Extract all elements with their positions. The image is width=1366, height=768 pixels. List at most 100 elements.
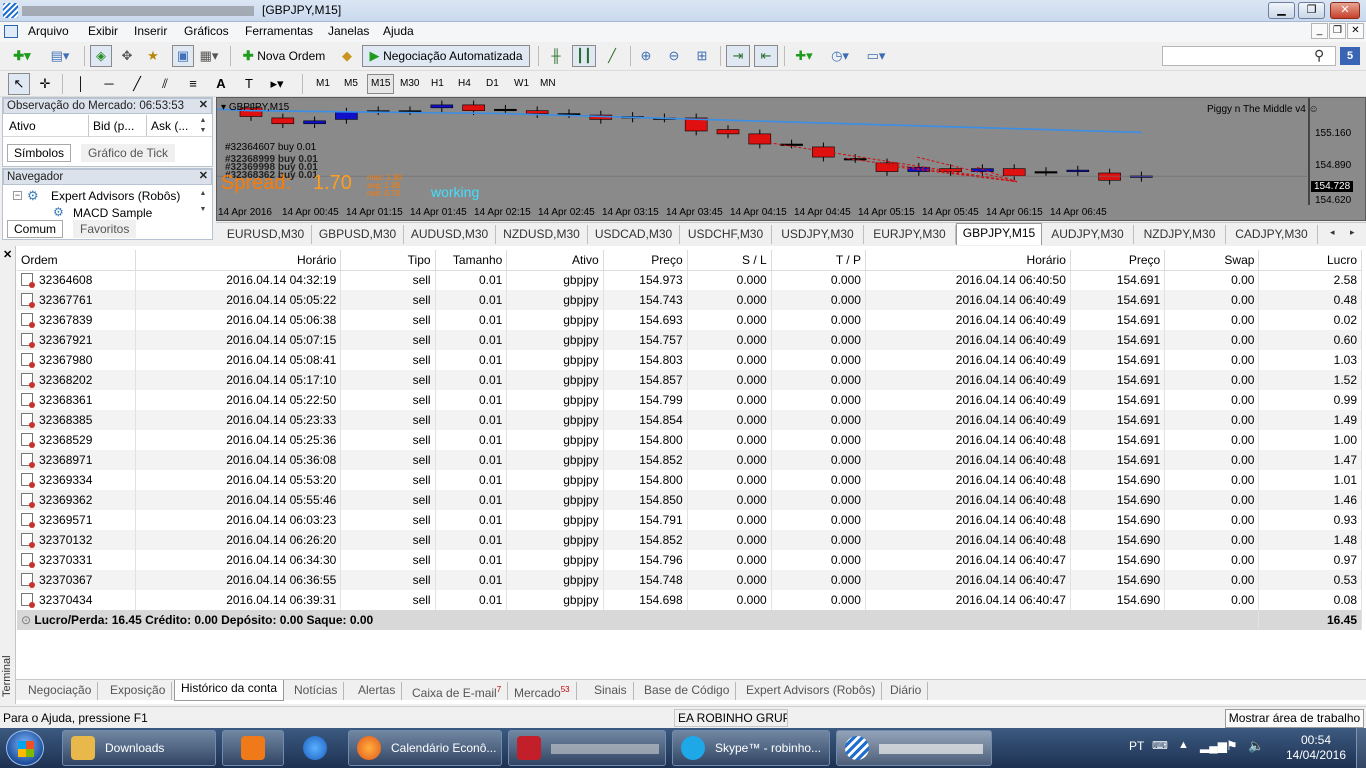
column-header[interactable]: Ordem: [17, 250, 137, 271]
keyboard-icon[interactable]: ⌨: [1152, 739, 1168, 752]
table-row[interactable]: 32370132 2016.04.14 06:26:20 sell 0.01 gbpjp…: [17, 530, 1362, 550]
table-row[interactable]: 32369334 2016.04.14 05:53:20 sell 0.01 gbpjp…: [17, 470, 1362, 490]
table-row[interactable]: 32369362 2016.04.14 05:55:46 sell 0.01 gbpjp…: [17, 490, 1362, 510]
terminal-tab-noticias[interactable]: Notícias: [288, 682, 345, 700]
terminal-tab-alertas[interactable]: Alertas: [352, 682, 403, 700]
scrollbar[interactable]: ▲ ▼: [196, 116, 210, 136]
timeframe-m30[interactable]: M30: [396, 74, 423, 94]
minimize-button[interactable]: ▁: [1268, 2, 1295, 19]
mdi-restore-button[interactable]: ❐: [1329, 23, 1346, 39]
price-chart[interactable]: ▾ GBPJPY,M15 Piggy n The Middle v4 ☺ #32…: [216, 97, 1366, 221]
menu-janelas[interactable]: Janelas: [328, 24, 369, 38]
symbol-tab-nzdusd-m30[interactable]: NZDUSD,M30: [496, 225, 588, 244]
symbol-tab-eurusd-m30[interactable]: EURUSD,M30: [220, 225, 312, 244]
candlestick-icon[interactable]: ┃┃: [572, 45, 596, 67]
terminal-tab-exposicao[interactable]: Exposição: [104, 682, 173, 700]
terminal-tab-diario[interactable]: Diário: [884, 682, 929, 700]
task-downloads[interactable]: Downloads: [62, 730, 216, 766]
zoom-in-icon[interactable]: ⊕: [634, 45, 658, 67]
terminal-icon[interactable]: ▣: [172, 45, 194, 67]
close-button[interactable]: ✕: [1330, 2, 1360, 19]
collapse-icon[interactable]: ⊙: [21, 613, 34, 627]
chart-shift-icon[interactable]: ⇤: [754, 45, 778, 67]
tab-favoritos[interactable]: Favoritos: [73, 220, 137, 238]
symbol-tab-eurjpy-m30[interactable]: EURJPY,M30: [864, 225, 956, 244]
table-row[interactable]: 32369571 2016.04.14 06:03:23 sell 0.01 gbpjp…: [17, 510, 1362, 530]
start-button[interactable]: [6, 730, 44, 766]
mdi-minimize-button[interactable]: _: [1311, 23, 1328, 39]
menu-exibir[interactable]: Exibir: [88, 24, 118, 38]
task-internet-explorer[interactable]: [288, 730, 344, 766]
terminal-tab-expert-advisors-robos-[interactable]: Expert Advisors (Robôs): [740, 682, 883, 700]
nav-item-macd-sample[interactable]: MACD Sample: [73, 206, 152, 220]
column-header[interactable]: Swap: [1164, 250, 1260, 271]
task-skype[interactable]: Skype™ - robinho...: [672, 730, 830, 766]
navigator-icon[interactable]: ★: [142, 45, 164, 67]
close-icon[interactable]: ✕: [3, 248, 12, 261]
table-row[interactable]: 32368529 2016.04.14 05:25:36 sell 0.01 gbpjp…: [17, 430, 1362, 450]
nav-item-expert-advisors[interactable]: Expert Advisors (Robôs): [51, 189, 180, 203]
menu-graficos[interactable]: Gráficos: [184, 24, 229, 38]
timeframe-w1[interactable]: W1: [510, 74, 533, 94]
column-header[interactable]: Horário: [865, 250, 1071, 271]
search-input[interactable]: [1162, 46, 1336, 66]
terminal-tab-mercado[interactable]: Mercado53: [508, 682, 577, 700]
timeframe-m5[interactable]: M5: [340, 74, 362, 94]
channel-icon[interactable]: ⫽: [154, 73, 176, 95]
terminal-tab-base-de-codigo[interactable]: Base de Código: [638, 682, 737, 700]
periods-icon[interactable]: ◷▾: [824, 45, 856, 67]
tabs-right-arrow-icon[interactable]: ▸: [1350, 227, 1355, 238]
timeframe-h4[interactable]: H4: [454, 74, 475, 94]
flag-icon[interactable]: ⚑: [1226, 738, 1238, 754]
clock[interactable]: 00:54 14/04/2016: [1284, 733, 1348, 763]
collapse-icon[interactable]: ▾: [221, 102, 229, 113]
shapes-icon[interactable]: ▸▾: [264, 73, 290, 95]
task-media-player[interactable]: [222, 730, 284, 766]
tab-grafico-de-tick[interactable]: Gráfico de Tick: [81, 144, 176, 162]
community-icon[interactable]: 5: [1340, 47, 1360, 65]
terminal-tab-historico-da-conta[interactable]: Histórico da conta: [174, 680, 285, 701]
table-row[interactable]: 32367761 2016.04.14 05:05:22 sell 0.01 gbpjp…: [17, 290, 1362, 310]
column-header[interactable]: Tipo: [340, 250, 436, 271]
symbol-tab-gbpusd-m30[interactable]: GBPUSD,M30: [312, 225, 404, 244]
col-ativo[interactable]: Ativo: [5, 115, 89, 137]
menu-arquivo[interactable]: Arquivo: [28, 24, 69, 38]
column-header[interactable]: Preço: [603, 250, 688, 271]
symbol-tab-usdjpy-m30[interactable]: USDJPY,M30: [772, 225, 864, 244]
table-row[interactable]: 32368202 2016.04.14 05:17:10 sell 0.01 gbpjp…: [17, 370, 1362, 390]
symbol-tab-audusd-m30[interactable]: AUDUSD,M30: [404, 225, 496, 244]
symbol-tab-audjpy-m30[interactable]: AUDJPY,M30: [1042, 225, 1134, 244]
terminal-tab-caixa-de-e-mail[interactable]: Caixa de E-mail7: [406, 682, 509, 700]
close-icon[interactable]: ✕: [199, 98, 208, 112]
bar-chart-icon[interactable]: ╫: [544, 45, 568, 67]
column-header[interactable]: Tamanho: [435, 250, 508, 271]
chart-window-icon[interactable]: [4, 25, 18, 38]
network-icon[interactable]: ▂▄▆: [1200, 739, 1227, 753]
indicators-icon[interactable]: ✚▾: [788, 45, 820, 67]
zoom-out-icon[interactable]: ⊖: [662, 45, 686, 67]
autoscroll-icon[interactable]: ⇥: [726, 45, 750, 67]
label-icon[interactable]: T: [238, 73, 260, 95]
table-row[interactable]: 32364608 2016.04.14 04:32:19 sell 0.01 gbpjp…: [17, 270, 1362, 290]
text-icon[interactable]: A: [210, 73, 232, 95]
profiles-icon[interactable]: ▤▾: [44, 45, 76, 67]
line-chart-icon[interactable]: ╱: [600, 45, 624, 67]
market-watch-icon[interactable]: ◈: [90, 45, 112, 67]
tab-simbolos[interactable]: Símbolos: [7, 144, 72, 162]
cursor-icon[interactable]: ↖: [8, 73, 30, 95]
column-header[interactable]: S / L: [687, 250, 772, 271]
close-icon[interactable]: ✕: [199, 169, 208, 183]
symbol-tab-usdcad-m30[interactable]: USDCAD,M30: [588, 225, 680, 244]
data-window-icon[interactable]: ✥: [116, 45, 138, 67]
table-row[interactable]: 32367839 2016.04.14 05:06:38 sell 0.01 gbpjp…: [17, 310, 1362, 330]
table-row[interactable]: 32367980 2016.04.14 05:08:41 sell 0.01 gbpjp…: [17, 350, 1362, 370]
column-header[interactable]: Horário: [135, 250, 342, 271]
table-row[interactable]: 32370331 2016.04.14 06:34:30 sell 0.01 gbpjp…: [17, 550, 1362, 570]
profile-name[interactable]: EA ROBINHO GRUPC: [674, 709, 788, 727]
horizontal-line-icon[interactable]: ─: [98, 73, 120, 95]
symbol-tab-nzdjpy-m30[interactable]: NZDJPY,M30: [1134, 225, 1226, 244]
menu-ajuda[interactable]: Ajuda: [383, 24, 414, 38]
timeframe-d1[interactable]: D1: [482, 74, 503, 94]
new-order-button[interactable]: ✚ Nova Ordem: [236, 45, 332, 67]
table-row[interactable]: 32367921 2016.04.14 05:07:15 sell 0.01 gbpjp…: [17, 330, 1362, 350]
